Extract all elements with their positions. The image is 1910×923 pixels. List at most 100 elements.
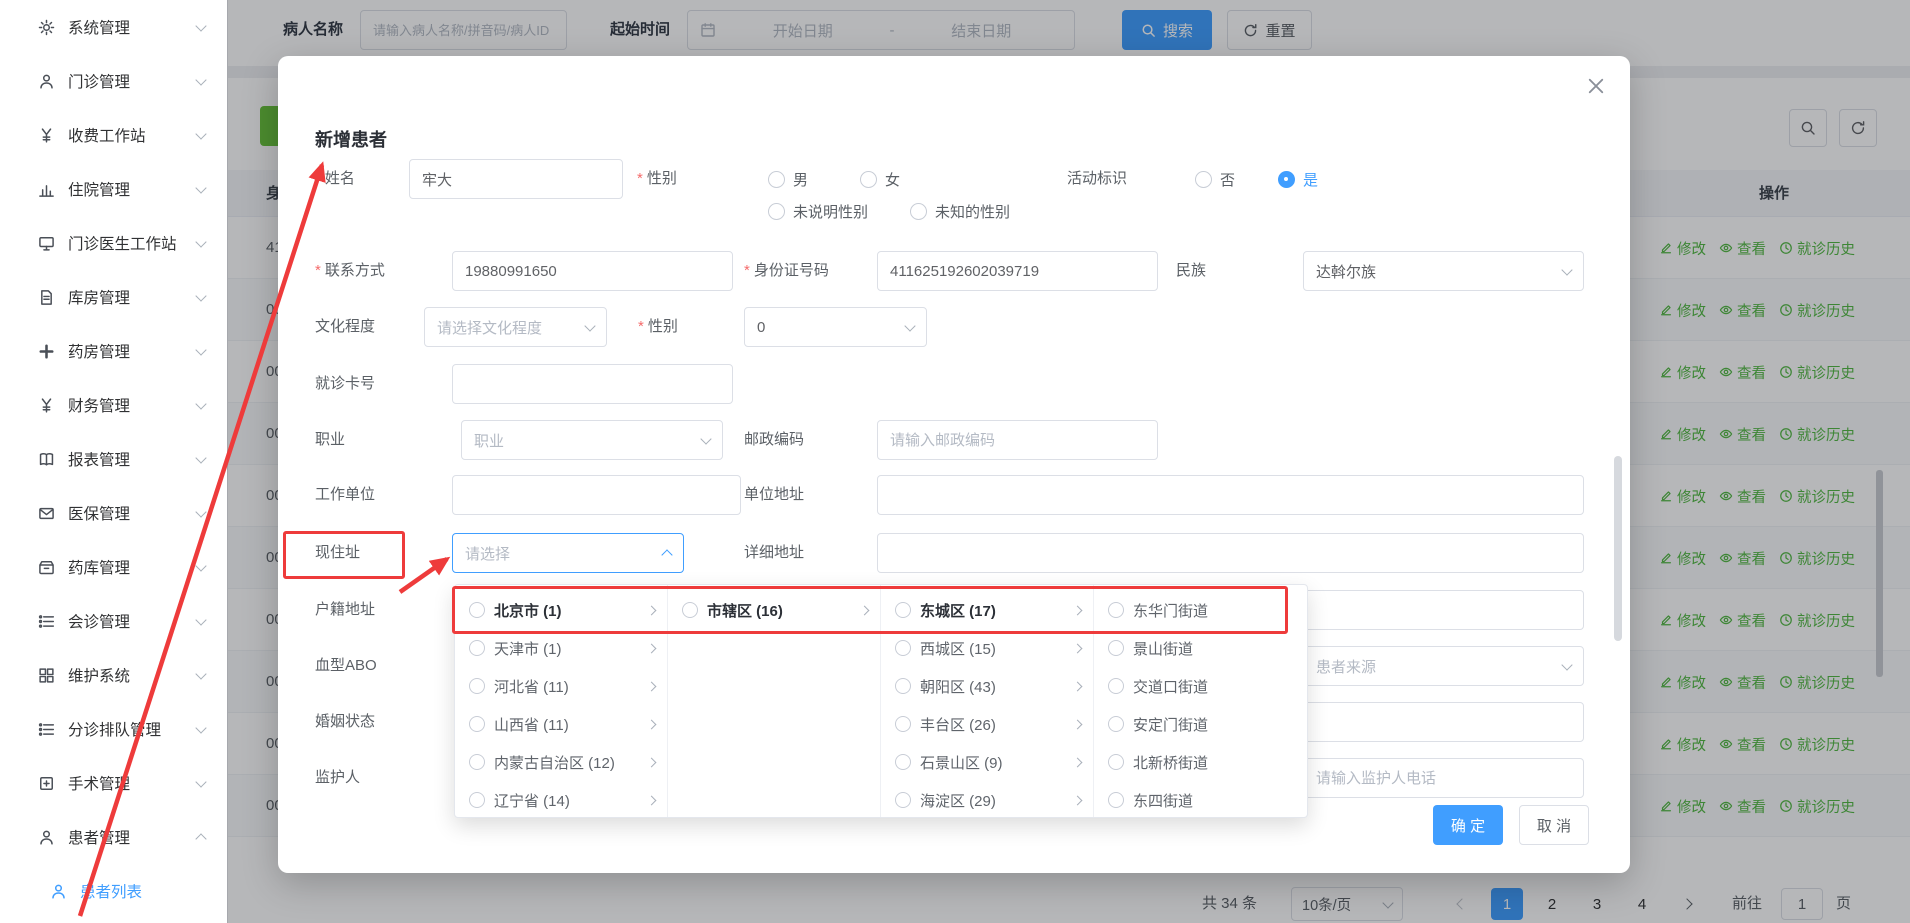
user-icon — [38, 829, 55, 846]
radio-female[interactable]: 女 — [860, 159, 900, 199]
sidebar-item-patient-list[interactable]: 患者列表 — [0, 864, 227, 918]
sidebar-item-system-management[interactable]: 系统管理 — [0, 0, 227, 54]
cascader-option[interactable]: 山西省 (11) — [455, 705, 667, 743]
sidebar-item-pharmacy-management[interactable]: 药房管理 — [0, 324, 227, 378]
contact-label: *联系方式 — [315, 251, 385, 291]
radio-icon[interactable] — [895, 716, 911, 732]
radio-icon[interactable] — [469, 678, 485, 694]
sidebar-item-patient-management[interactable]: 患者管理 — [0, 810, 227, 864]
user-icon — [38, 73, 55, 90]
sidebar-item-surgery-management[interactable]: 手术管理 — [0, 756, 227, 810]
sidebar-item-label: 患者管理 — [68, 826, 184, 848]
sidebar-item-warehouse-management[interactable]: 库房管理 — [0, 270, 227, 324]
contact-input[interactable] — [452, 251, 733, 291]
cascader-option[interactable]: 朝阳区 (43) — [881, 667, 1093, 705]
sidebar-item-outpatient-doctor-workstation[interactable]: 门诊医生工作站 — [0, 216, 227, 270]
sidebar-item-maintenance-system[interactable]: 维护系统 — [0, 648, 227, 702]
postcode-input[interactable] — [877, 420, 1158, 460]
current-address-label: 现住址 — [315, 533, 360, 573]
sidebar-item-label: 门诊管理 — [68, 70, 184, 92]
cascader-column-4: 东华门街道景山街道交道口街道安定门街道北新桥街道东四街道 — [1094, 585, 1307, 817]
cascader-option[interactable]: 内蒙古自治区 (12) — [455, 743, 667, 781]
cascader-option[interactable]: 海淀区 (29) — [881, 781, 1093, 817]
sidebar-item-consultation-management[interactable]: 会诊管理 — [0, 594, 227, 648]
sidebar-item-label: 患者列表 — [80, 880, 205, 902]
cascader-option[interactable]: 市辖区 (16) — [668, 591, 880, 629]
cascader-option[interactable]: 北新桥街道 — [1094, 743, 1307, 781]
occupation-select[interactable]: 职业 — [461, 420, 723, 460]
radio-gender-unstated[interactable]: 未说明性别 — [768, 196, 868, 226]
visit-card-input[interactable] — [452, 364, 733, 404]
cascader-option[interactable]: 东城区 (17) — [881, 591, 1093, 629]
current-address-select[interactable]: 请选择 — [452, 533, 684, 573]
sidebar-item-inpatient-management[interactable]: 住院管理 — [0, 162, 227, 216]
radio-icon[interactable] — [1108, 792, 1124, 808]
radio-icon[interactable] — [469, 602, 485, 618]
patient-source-select[interactable]: 患者来源 — [1303, 646, 1584, 686]
unit-address-input[interactable] — [877, 475, 1584, 515]
gender2-select[interactable]: 0 — [744, 307, 927, 347]
cascader-option[interactable]: 交道口街道 — [1094, 667, 1307, 705]
radio-icon[interactable] — [1108, 754, 1124, 770]
name-label: *姓名 — [315, 159, 355, 199]
radio-icon[interactable] — [1108, 716, 1124, 732]
file-icon — [38, 289, 55, 306]
ethnic-select[interactable]: 达斡尔族 — [1303, 251, 1584, 291]
cascader-option[interactable]: 景山街道 — [1094, 629, 1307, 667]
radio-gender-unknown[interactable]: 未知的性别 — [910, 196, 1010, 226]
chevron-right-icon — [647, 643, 657, 653]
sidebar-item-charge-workstation[interactable]: 收费工作站 — [0, 108, 227, 162]
radio-icon[interactable] — [895, 754, 911, 770]
radio-icon[interactable] — [895, 602, 911, 618]
sidebar-item-label: 医保管理 — [68, 502, 184, 524]
radio-active-yes[interactable]: 是 — [1278, 159, 1318, 199]
sidebar-item-insurance-management[interactable]: 医保管理 — [0, 486, 227, 540]
cascader-option[interactable]: 北京市 (1) — [455, 591, 667, 629]
close-icon[interactable] — [1586, 76, 1606, 96]
radio-icon[interactable] — [895, 640, 911, 656]
chevron-down-icon — [195, 776, 206, 787]
sidebar-item-drugstore-management[interactable]: 药库管理 — [0, 540, 227, 594]
radio-active-no[interactable]: 否 — [1195, 159, 1235, 199]
sidebar-item-label: 手术管理 — [68, 772, 184, 794]
dialog-scrollbar[interactable] — [1614, 456, 1622, 641]
radio-icon[interactable] — [1108, 678, 1124, 694]
cascader-option[interactable]: 天津市 (1) — [455, 629, 667, 667]
radio-icon[interactable] — [895, 678, 911, 694]
sidebar-item-finance-management[interactable]: 财务管理 — [0, 378, 227, 432]
work-unit-input[interactable] — [452, 475, 741, 515]
cancel-button[interactable]: 取 消 — [1519, 805, 1589, 845]
detail-address-input[interactable] — [877, 533, 1584, 573]
guardian-phone-input[interactable] — [1303, 758, 1584, 798]
radio-icon[interactable] — [469, 716, 485, 732]
radio-male[interactable]: 男 — [768, 159, 808, 199]
cascader-option[interactable]: 西城区 (15) — [881, 629, 1093, 667]
sidebar-item-outpatient-management[interactable]: 门诊管理 — [0, 54, 227, 108]
cascader-option[interactable]: 辽宁省 (14) — [455, 781, 667, 817]
name-input[interactable] — [409, 159, 623, 199]
mail-icon — [38, 505, 55, 522]
sidebar-item-triage-queue-management[interactable]: 分诊排队管理 — [0, 702, 227, 756]
radio-icon[interactable] — [469, 754, 485, 770]
education-select[interactable]: 请选择文化程度 — [424, 307, 607, 347]
chevron-down-icon — [195, 128, 206, 139]
cascader-option[interactable]: 河北省 (11) — [455, 667, 667, 705]
sidebar-item-report-management[interactable]: 报表管理 — [0, 432, 227, 486]
cascader-option[interactable]: 丰台区 (26) — [881, 705, 1093, 743]
radio-icon[interactable] — [1108, 602, 1124, 618]
radio-icon[interactable] — [469, 640, 485, 656]
chevron-down-icon — [1561, 659, 1572, 670]
radio-icon[interactable] — [469, 792, 485, 808]
id-number-input[interactable] — [877, 251, 1158, 291]
radio-icon[interactable] — [895, 792, 911, 808]
cascader-option[interactable]: 东四街道 — [1094, 781, 1307, 817]
cascader-option[interactable]: 安定门街道 — [1094, 705, 1307, 743]
radio-icon — [860, 171, 877, 188]
cascader-option[interactable]: 石景山区 (9) — [881, 743, 1093, 781]
cascader-option[interactable]: 东华门街道 — [1094, 591, 1307, 629]
confirm-button[interactable]: 确 定 — [1433, 805, 1503, 845]
radio-icon[interactable] — [1108, 640, 1124, 656]
radio-icon[interactable] — [682, 602, 698, 618]
chevron-right-icon — [1073, 643, 1083, 653]
occupation-label: 职业 — [315, 420, 345, 460]
